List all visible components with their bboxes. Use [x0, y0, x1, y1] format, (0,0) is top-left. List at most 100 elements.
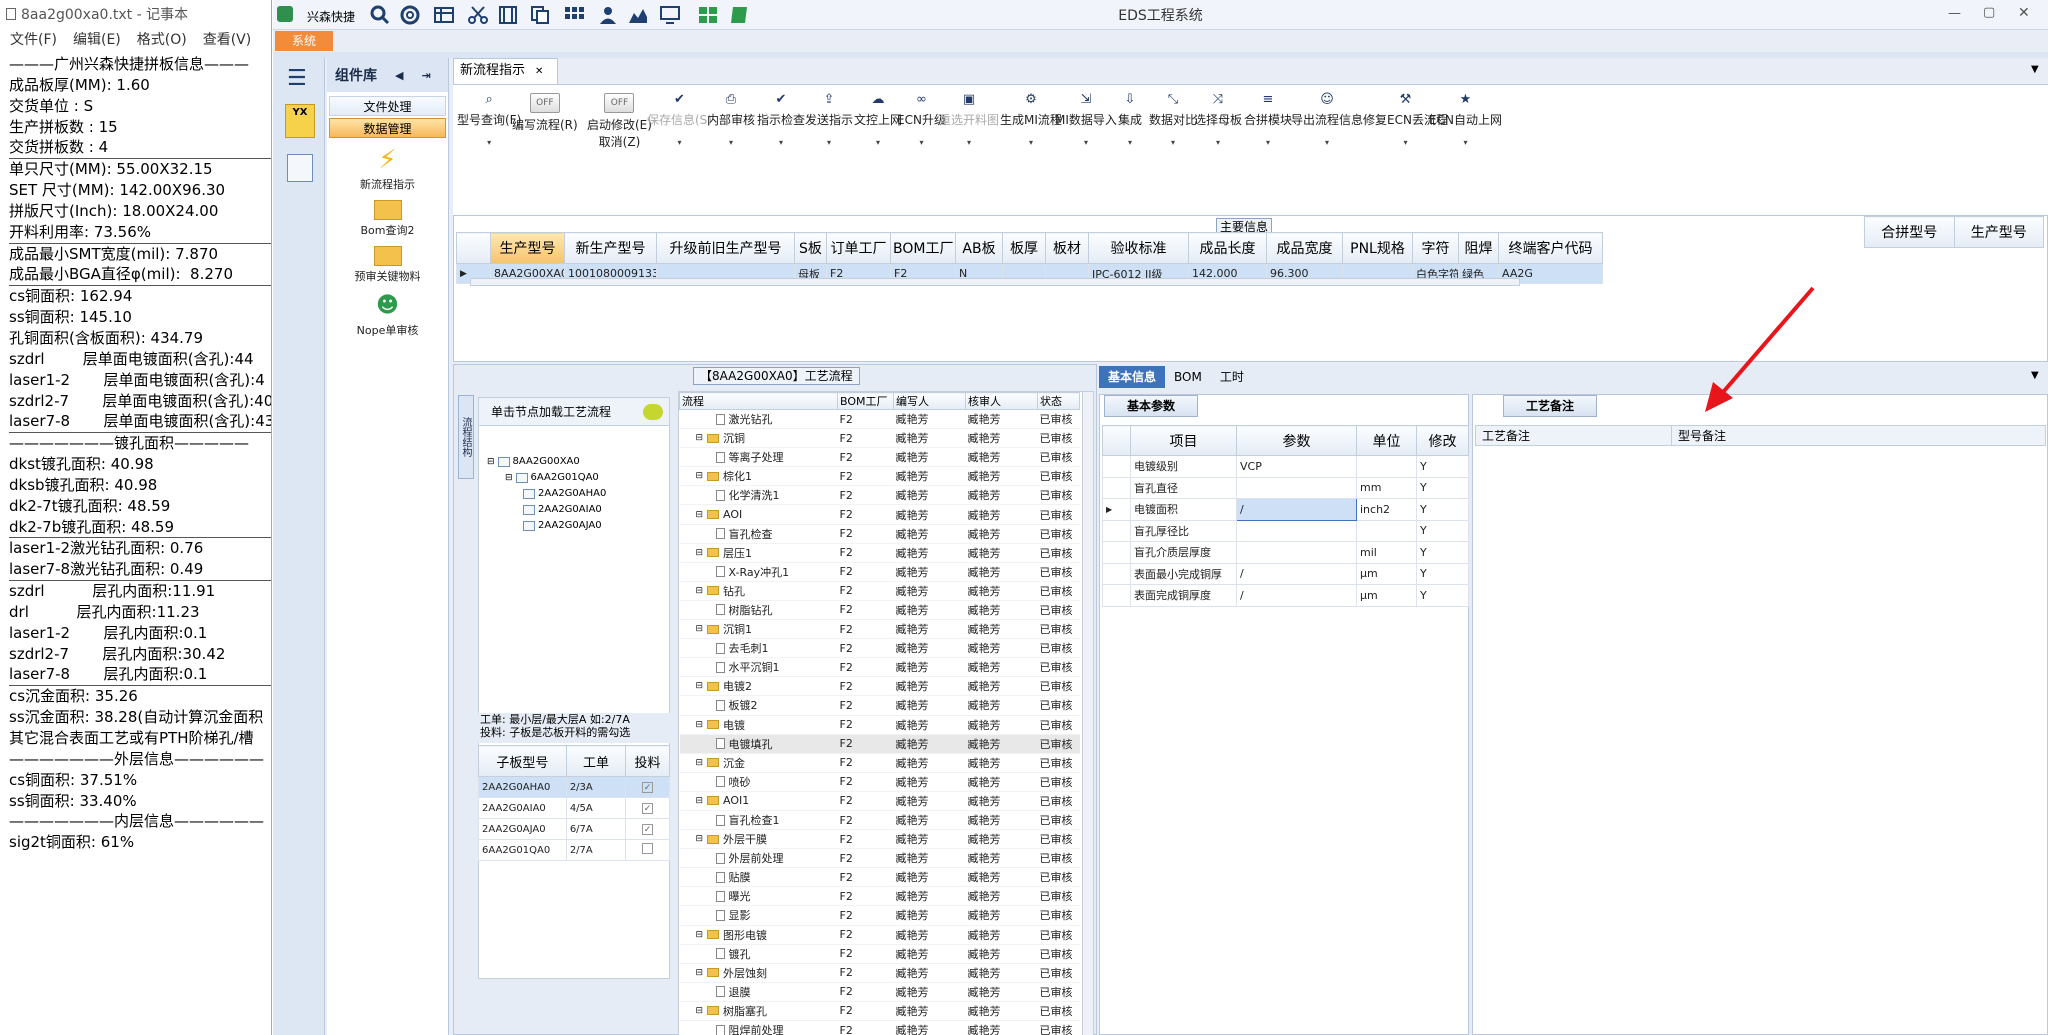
flow-col-header[interactable]: 编写人	[893, 392, 966, 410]
chevron-down-icon[interactable]: ▾	[1000, 138, 1062, 147]
menu-view[interactable]: 查看(V)	[203, 29, 252, 49]
windows-icon[interactable]	[697, 5, 719, 25]
tab-work-hours[interactable]: 工时	[1211, 366, 1253, 388]
flow-col-header[interactable]: BOM工厂	[837, 392, 894, 410]
flow-row[interactable]: 树脂钻孔 F2 臧艳芳 臧艳芳 已审核	[679, 600, 1080, 621]
tab-process-note[interactable]: 工艺备注	[1503, 395, 1598, 417]
flow-row[interactable]: 显影 F2 臧艳芳 臧艳芳 已审核	[679, 905, 1080, 926]
tab-new-process[interactable]: 新流程指示 ✕	[453, 58, 558, 84]
flow-row[interactable]: 贴膜 F2 臧艳芳 臧艳芳 已审核	[679, 867, 1080, 888]
flow-row[interactable]: 喷砂 F2 臧艳芳 臧艳芳 已审核	[679, 772, 1080, 792]
chevron-down-icon[interactable]: ▾	[1149, 138, 1197, 147]
collapse-icon[interactable]: ⊟	[696, 548, 704, 558]
collapse-icon[interactable]: ⊟	[696, 930, 704, 940]
param-value-input[interactable]	[1236, 476, 1357, 499]
tab-bom[interactable]: BOM	[1165, 366, 1211, 388]
flow-row[interactable]: 盲孔检查 F2 臧艳芳 臧艳芳 已审核	[679, 524, 1080, 544]
vertical-scrollbar[interactable]	[1082, 392, 1093, 1035]
flow-row[interactable]: ⊟ 图形电镀 F2 臧艳芳 臧艳芳 已审核	[679, 925, 1080, 945]
param-value-input[interactable]	[1236, 519, 1357, 542]
toolbar-button-11[interactable]: ⇲ MI数据导入 ▾	[1055, 93, 1117, 153]
user-icon[interactable]	[597, 5, 619, 25]
toolbar-button-16[interactable]: ☺ 导出流程信息 ▾	[1291, 93, 1363, 153]
expand-icon[interactable]: ⊟	[487, 457, 495, 467]
chevron-down-icon[interactable]: ▾	[1055, 138, 1117, 147]
toolbar-button-12[interactable]: ⇩ 集成 ▾	[1118, 93, 1142, 153]
flow-row[interactable]: 电镀填孔 F2 臧艳芳 臧艳芳 已审核	[679, 734, 1080, 754]
tabs-dropdown-icon[interactable]: ▼	[2031, 64, 2039, 75]
tree-node[interactable]: 2AA2G0AIA0	[523, 504, 602, 515]
toolbar-button-6[interactable]: ⇪ 发送指示 ▾	[805, 93, 853, 153]
flow-row[interactable]: 阻焊前处理 F2 臧艳芳 臧艳芳 已审核	[679, 1020, 1080, 1035]
tab-basic-params[interactable]: 基本参数	[1104, 395, 1199, 417]
param-row[interactable]: 盲孔介质层厚度 mil Y	[1102, 541, 1469, 564]
notepad-text-area[interactable]: ———广州兴森快捷拼板信息——— 成品板厚(MM): 1.60 交货单位 : S 生产…	[0, 51, 271, 853]
flow-row[interactable]: ⊟ AOI1 F2 臧艳芳 臧艳芳 已审核	[679, 791, 1080, 811]
process-structure-tab[interactable]: 流程结构	[458, 395, 474, 479]
toolbar-button-5[interactable]: ✔ 指示检查 ▾	[757, 93, 805, 153]
flow-row[interactable]: 化学清洗1 F2 臧艳芳 臧艳芳 已审核	[679, 485, 1080, 506]
tree-node[interactable]: ⊟ 8AA2G00XA0	[487, 456, 580, 467]
key-material-item[interactable]: 预审关键物料	[327, 246, 448, 284]
param-value-input[interactable]: /	[1236, 498, 1357, 521]
collapse-icon[interactable]: ⊟	[696, 471, 704, 481]
flow-col-header[interactable]: 状态	[1037, 392, 1080, 410]
flow-row[interactable]: 盲孔检查1 F2 臧艳芳 臧艳芳 已审核	[679, 810, 1080, 831]
toolbar-button-14[interactable]: ⤨ 选择母板 ▾	[1194, 93, 1242, 153]
tree-node[interactable]: 2AA2G0AJA0	[523, 520, 602, 531]
chevron-down-icon[interactable]: ▾	[854, 138, 902, 147]
tab-basic-info[interactable]: 基本信息	[1099, 366, 1166, 388]
toolbar-button-9[interactable]: ▣ 重选开料图 ▾	[939, 93, 999, 153]
flow-row[interactable]: ⊟ 棕化1 F2 臧艳芳 臧艳芳 已审核	[679, 466, 1080, 487]
new-process-item[interactable]: ⚡ 新流程指示	[327, 146, 448, 192]
table-icon[interactable]	[433, 5, 455, 25]
collapse-icon[interactable]: ⊟	[696, 758, 704, 768]
chart-icon[interactable]	[627, 5, 649, 25]
menu-file[interactable]: 文件(F)	[10, 29, 57, 49]
collapse-icon[interactable]: ⊟	[696, 624, 704, 634]
toolbar-button-4[interactable]: ⎙ 内部审核 ▾	[707, 93, 755, 153]
expand-icon[interactable]: ⊟	[505, 473, 513, 483]
flow-row[interactable]: ⊟ 电镀 F2 臧艳芳 臧艳芳 已审核	[679, 715, 1080, 735]
checkbox[interactable]: ✓	[642, 823, 654, 835]
close-tab-icon[interactable]: ✕	[535, 66, 543, 77]
chevron-down-icon[interactable]: ▾	[1291, 138, 1363, 147]
chevron-down-icon[interactable]: ▾	[1429, 138, 1502, 147]
collapse-icon[interactable]: ⊟	[696, 720, 704, 730]
param-row[interactable]: 盲孔直径 mm Y	[1102, 476, 1469, 499]
table-row[interactable]: 2AA2G0AIA0 4/5A ✓	[478, 797, 670, 819]
main-info-col-header[interactable]: S板	[794, 232, 827, 264]
param-value-input[interactable]: /	[1236, 562, 1357, 585]
flow-row[interactable]: 等离子处理 F2 臧艳芳 臧艳芳 已审核	[679, 447, 1080, 468]
collapse-icon[interactable]: ⊟	[696, 433, 704, 443]
scissors-icon[interactable]	[467, 5, 489, 25]
toolbar-button-3[interactable]: ✔ 保存信息(S) ▾	[647, 93, 712, 153]
flow-col-header[interactable]: 流程	[679, 392, 838, 410]
lifebuoy-icon[interactable]	[399, 5, 421, 25]
tree-node[interactable]: ⊟ 6AA2G01QA0	[505, 472, 599, 483]
chevron-down-icon[interactable]: ▾	[1118, 138, 1142, 147]
copy-icon[interactable]	[529, 5, 551, 25]
flow-row[interactable]: 去毛刺1 F2 臧艳芳 臧艳芳 已审核	[679, 638, 1080, 659]
toolbar-button-2[interactable]: OFF 启动修改(E) 取消(Z)	[587, 93, 652, 153]
flow-row[interactable]: 激光钻孔 F2 臧艳芳 臧艳芳 已审核	[679, 409, 1080, 430]
data-management-button[interactable]: 数据管理	[329, 118, 446, 138]
file-processing-button[interactable]: 文件处理	[329, 96, 446, 116]
toolbar-button-7[interactable]: ☁ 文控上网 ▾	[854, 93, 902, 153]
flow-row[interactable]: 水平沉铜1 F2 臧艳芳 臧艳芳 已审核	[679, 657, 1080, 678]
flow-row[interactable]: ⊟ 电镀2 F2 臧艳芳 臧艳芳 已审核	[679, 676, 1080, 697]
main-info-col-header[interactable]: BOM工厂	[890, 232, 956, 264]
minimize-button[interactable]: —	[1948, 6, 1961, 21]
main-info-col-header[interactable]: AB板	[955, 232, 1003, 264]
param-col-header[interactable]: 修改	[1416, 425, 1469, 456]
chevron-down-icon[interactable]: ▾	[939, 138, 999, 147]
flow-row[interactable]: X-Ray冲孔1 F2 臧艳芳 臧艳芳 已审核	[679, 562, 1080, 582]
param-col-header[interactable]: 单位	[1356, 425, 1417, 456]
menu-format[interactable]: 格式(O)	[137, 29, 187, 49]
param-value-input[interactable]	[1236, 541, 1357, 564]
main-info-col-header[interactable]: 生产型号	[490, 232, 565, 264]
flow-row[interactable]: ⊟ 钻孔 F2 臧艳芳 臧艳芳 已审核	[679, 581, 1080, 601]
toggle-switch[interactable]: OFF	[529, 93, 560, 113]
param-row[interactable]: 盲孔厚径比 Y	[1102, 519, 1469, 542]
checkbox[interactable]: ✓	[642, 802, 654, 814]
